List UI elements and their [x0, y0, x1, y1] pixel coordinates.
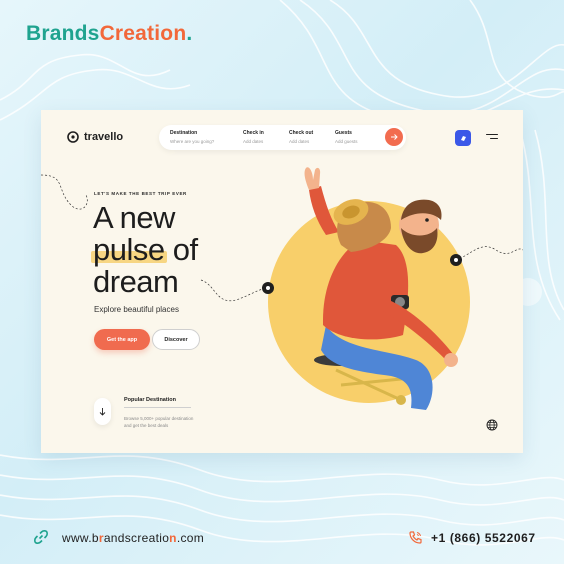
arrow-down-icon [99, 408, 106, 416]
check-in-label: Check in [243, 130, 264, 136]
hero-title-line2: pulse of [91, 232, 198, 267]
phone-icon [409, 531, 422, 544]
brand-dot: . [186, 22, 193, 45]
search-bar: Destination Where are you going? Check i… [159, 125, 406, 150]
discover-button[interactable]: Discover [152, 329, 200, 350]
destination-label: Destination [170, 130, 198, 136]
guests-label: Guests [335, 130, 352, 136]
hero-subtitle: Explore beautiful places [94, 305, 179, 314]
phone-number[interactable]: +1 (866) 5522067 [431, 531, 536, 545]
guests-field[interactable]: Guests Add guests [335, 130, 358, 144]
app-logo-icon [460, 135, 466, 141]
search-submit-button[interactable] [385, 128, 403, 146]
destination-placeholder: Where are you going? [170, 139, 215, 144]
website-url[interactable]: www.brandscreation.com [62, 531, 204, 545]
globe-icon[interactable] [486, 419, 498, 431]
check-in-field[interactable]: Check in Add dates [243, 130, 264, 144]
check-out-label: Check out [289, 130, 314, 136]
popular-destination-description: Browse 5,000+ popular destination and ge… [124, 416, 194, 428]
check-in-placeholder: Add dates [243, 139, 264, 144]
popular-divider [124, 407, 191, 408]
arrow-right-icon [391, 134, 398, 140]
brand-part-creation: Creation [99, 22, 187, 45]
travello-logo[interactable]: travello [67, 131, 123, 143]
app-landing-card: travello Destination Where are you going… [41, 110, 523, 453]
destination-field[interactable]: Destination Where are you going? [170, 130, 214, 144]
app-icon-button[interactable] [455, 130, 471, 146]
link-icon [34, 530, 48, 544]
hamburger-menu-icon[interactable] [486, 134, 498, 142]
hero-title-highlight: pulse [91, 232, 167, 267]
popular-destination-title: Popular Destination [124, 397, 176, 403]
check-out-field[interactable]: Check out Add dates [289, 130, 313, 144]
brand-wordmark: BrandsCreation. [26, 22, 192, 46]
check-out-placeholder: Add dates [289, 139, 310, 144]
brand-part-brands: Brands [26, 22, 100, 45]
get-the-app-button[interactable]: Get the app [94, 329, 150, 350]
hero-kicker: LET'S MAKE THE BEST TRIP EVER [94, 191, 187, 196]
hero-title-line2-rest: of [164, 232, 198, 267]
location-pin-icon [67, 131, 79, 143]
logo-text: travello [84, 131, 124, 143]
scroll-down-button[interactable] [94, 398, 111, 425]
guests-placeholder: Add guests [335, 139, 358, 144]
hero-title-line3: dream [93, 264, 179, 299]
hero-title-line1: A new [93, 200, 175, 235]
